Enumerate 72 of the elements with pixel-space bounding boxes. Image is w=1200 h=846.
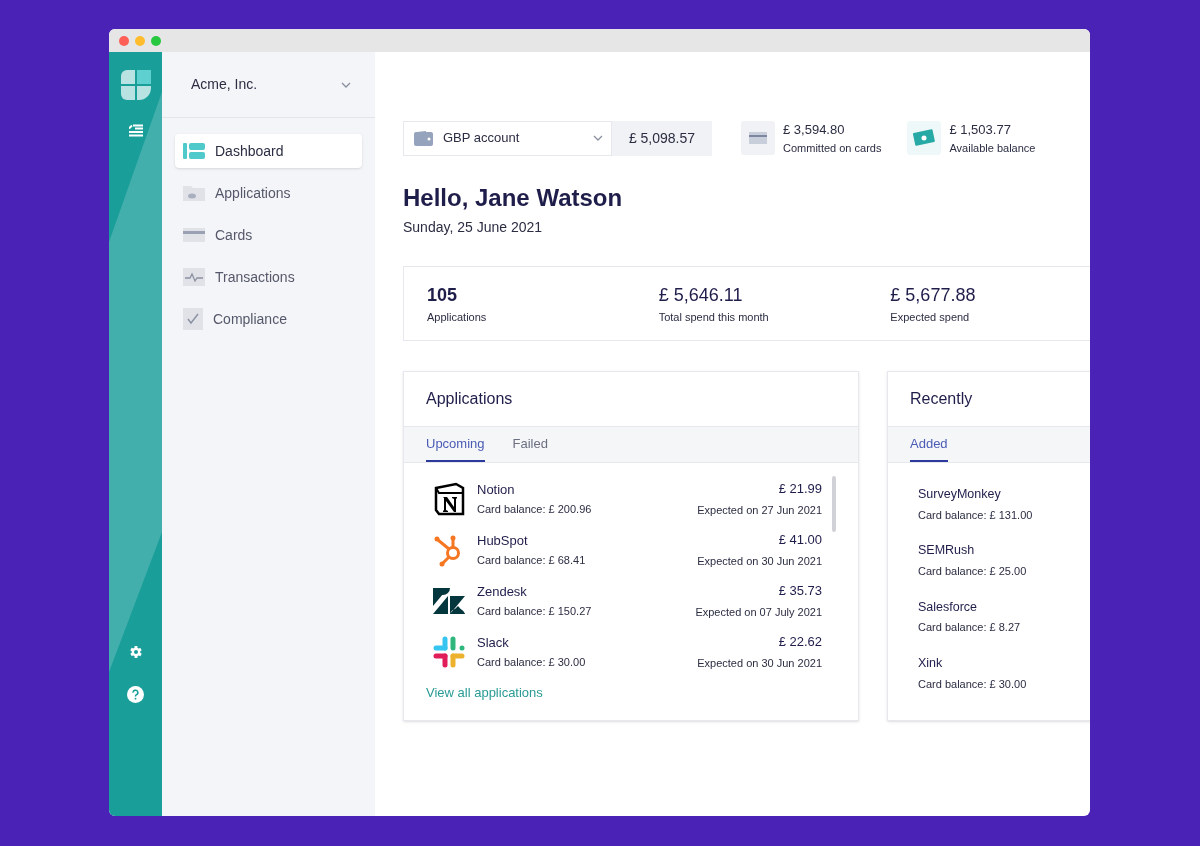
chevron-down-icon[interactable] — [341, 81, 351, 88]
account-balance: £ 5,098.57 — [612, 120, 712, 156]
card-balance: Card balance: £ 200.96 — [477, 502, 593, 517]
greeting-title: Hello, Jane Watson — [403, 183, 624, 213]
organization-name[interactable]: Acme, Inc. — [191, 74, 258, 95]
card-balance: Card balance: £ 68.41 — [477, 553, 587, 568]
expected-amount: £ 35.73 — [778, 582, 822, 600]
nav-item[interactable]: Applications — [175, 176, 362, 210]
app-name: Zendesk — [477, 582, 528, 601]
app-name: Notion — [477, 480, 516, 499]
scrollbar-thumb[interactable] — [832, 476, 836, 532]
expected-amount: £ 21.99 — [778, 480, 822, 498]
slack-logo-icon — [433, 635, 465, 668]
tab[interactable]: Upcoming — [426, 427, 485, 462]
stat-value: £ 5,677.88 — [890, 283, 977, 307]
nav-item[interactable]: Dashboard — [175, 134, 362, 168]
notion-logo-icon — [432, 481, 466, 516]
balance-amount: £ 3,594.80 — [783, 121, 846, 139]
expected-amount: £ 41.00 — [778, 531, 822, 549]
app-name: Slack — [477, 633, 510, 652]
balance-label: Committed on cards — [783, 140, 882, 156]
application-row[interactable]: Notion Card balance: £ 200.96 £ 21.99 Expected on 27 Jun 2021 — [432, 481, 822, 516]
app-name: Salesforce — [918, 598, 979, 616]
card-balance: Card balance: £ 131.00 — [918, 507, 1034, 523]
card-balance: Card balance: £ 25.00 — [918, 564, 1028, 579]
greeting-date: Sunday, 25 June 2021 — [403, 218, 544, 237]
wallet-icon — [414, 130, 433, 146]
menu-icon[interactable] — [128, 124, 143, 137]
dashboard-icon — [183, 143, 205, 159]
stat-label: Total spend this month — [658, 309, 770, 325]
tab[interactable]: Added — [910, 427, 948, 462]
expected-date: Expected on 30 Jun 2021 — [697, 553, 822, 569]
zendesk-logo-icon — [433, 587, 465, 614]
account-name: GBP account — [443, 129, 521, 148]
stat-label: Expected spend — [890, 309, 971, 325]
pulse-icon — [183, 268, 205, 286]
maximize-button[interactable] — [151, 35, 161, 46]
app-name: SurveyMonkey — [918, 486, 1002, 503]
card-balance: Card balance: £ 8.27 — [918, 620, 1022, 636]
banknote-icon — [907, 121, 942, 155]
balance-label: Available balance — [949, 140, 1036, 156]
expected-amount: £ 22.62 — [778, 633, 822, 651]
folder-icon — [183, 185, 205, 201]
expected-date: Expected on 30 Jun 2021 — [697, 655, 822, 671]
help-icon[interactable] — [127, 686, 144, 703]
card-balance: Card balance: £ 30.00 — [918, 676, 1028, 692]
balance-amount: £ 1,503.77 — [949, 121, 1012, 139]
application-row[interactable]: HubSpot Card balance: £ 68.41 £ 41.00 Expected on 30 Jun 2021 — [432, 532, 822, 567]
stat-value: £ 5,646.11 — [658, 283, 744, 307]
application-row[interactable]: Zendesk Card balance: £ 150.27 £ 35.73 Expected on 07 July 2021 — [432, 583, 822, 618]
app-name: SEMRush — [918, 542, 976, 560]
chevron-down-icon — [593, 135, 603, 141]
card-icon — [741, 121, 775, 155]
logo-icon — [118, 68, 153, 102]
expected-date: Expected on 27 Jun 2021 — [697, 502, 822, 518]
nav-item[interactable]: Cards — [175, 218, 362, 252]
checkmark-icon — [183, 308, 203, 330]
app-name: Xink — [918, 654, 944, 672]
card-balance: Card balance: £ 150.27 — [477, 604, 593, 619]
nav-item[interactable]: Transactions — [175, 260, 362, 294]
account-select[interactable]: GBP account — [403, 120, 612, 156]
expected-date: Expected on 07 July 2021 — [695, 604, 822, 620]
tab[interactable]: Failed — [512, 427, 548, 462]
stat-value: 105 — [427, 283, 459, 307]
view-all-link[interactable]: View all applications — [426, 683, 543, 703]
stat-label: Applications — [427, 309, 488, 325]
card-icon — [183, 228, 205, 242]
card-balance: Card balance: £ 30.00 — [477, 655, 587, 670]
app-name: HubSpot — [477, 531, 529, 550]
nav-item[interactable]: Compliance — [175, 302, 362, 336]
close-button[interactable] — [119, 35, 129, 46]
application-row[interactable]: Slack Card balance: £ 30.00 £ 22.62 Expected on 30 Jun 2021 — [432, 634, 822, 669]
